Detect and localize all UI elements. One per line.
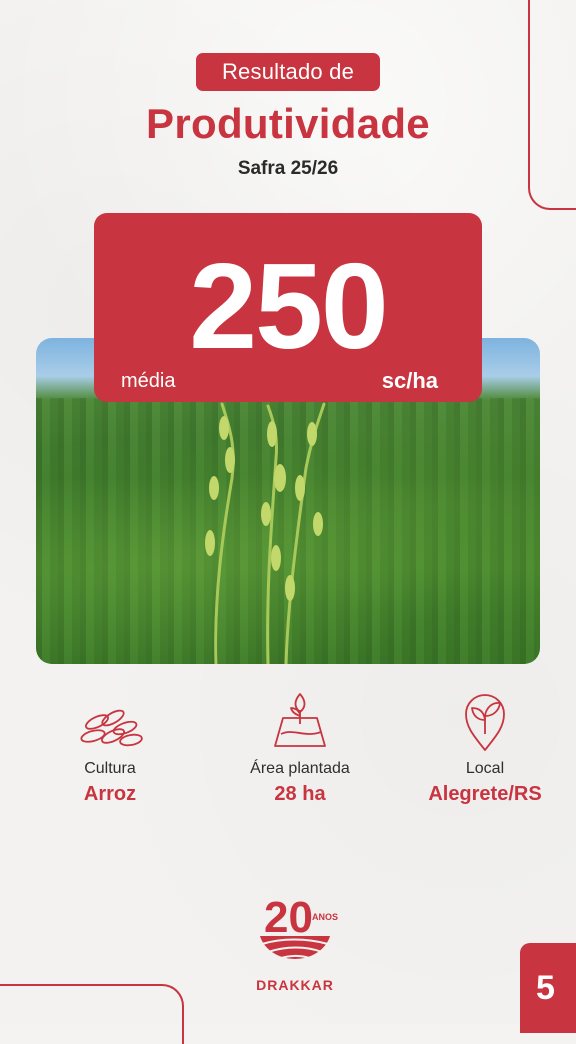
corner-frame-bottom-left (0, 984, 184, 1044)
result-unit: sc/ha (381, 368, 438, 393)
info-location: Local Alegrete/RS (390, 690, 576, 806)
area-label: Área plantada (250, 760, 350, 777)
planted-area-icon (274, 693, 326, 747)
culture-value: Arroz (83, 783, 137, 805)
logo-years-word: ANOS (312, 912, 338, 922)
logo-brand-name: DRAKKAR (256, 977, 334, 993)
header-pill: Resultado de (196, 53, 380, 91)
area-value: 28 ha (274, 783, 326, 805)
page-number: 5 (520, 943, 576, 1033)
culture-label: Cultura (84, 760, 136, 777)
season-subtitle: Safra 25/26 (237, 158, 339, 179)
logo-years-number: 20 (264, 893, 313, 942)
location-value: Alegrete/RS (428, 783, 542, 805)
drakkar-20-years-logo: 20 ANOS DRAKKAR (248, 886, 342, 996)
result-caption: média (121, 370, 176, 392)
rice-grains-icon (80, 709, 143, 747)
info-culture: Cultura Arroz (15, 690, 205, 806)
location-label: Local (465, 760, 505, 777)
location-leaf-icon (465, 694, 505, 751)
page-title: Produtividade (146, 100, 430, 147)
result-card: 250 média sc/ha (94, 213, 482, 402)
result-value: 250 (189, 238, 389, 374)
info-area: Área plantada 28 ha (205, 690, 395, 806)
